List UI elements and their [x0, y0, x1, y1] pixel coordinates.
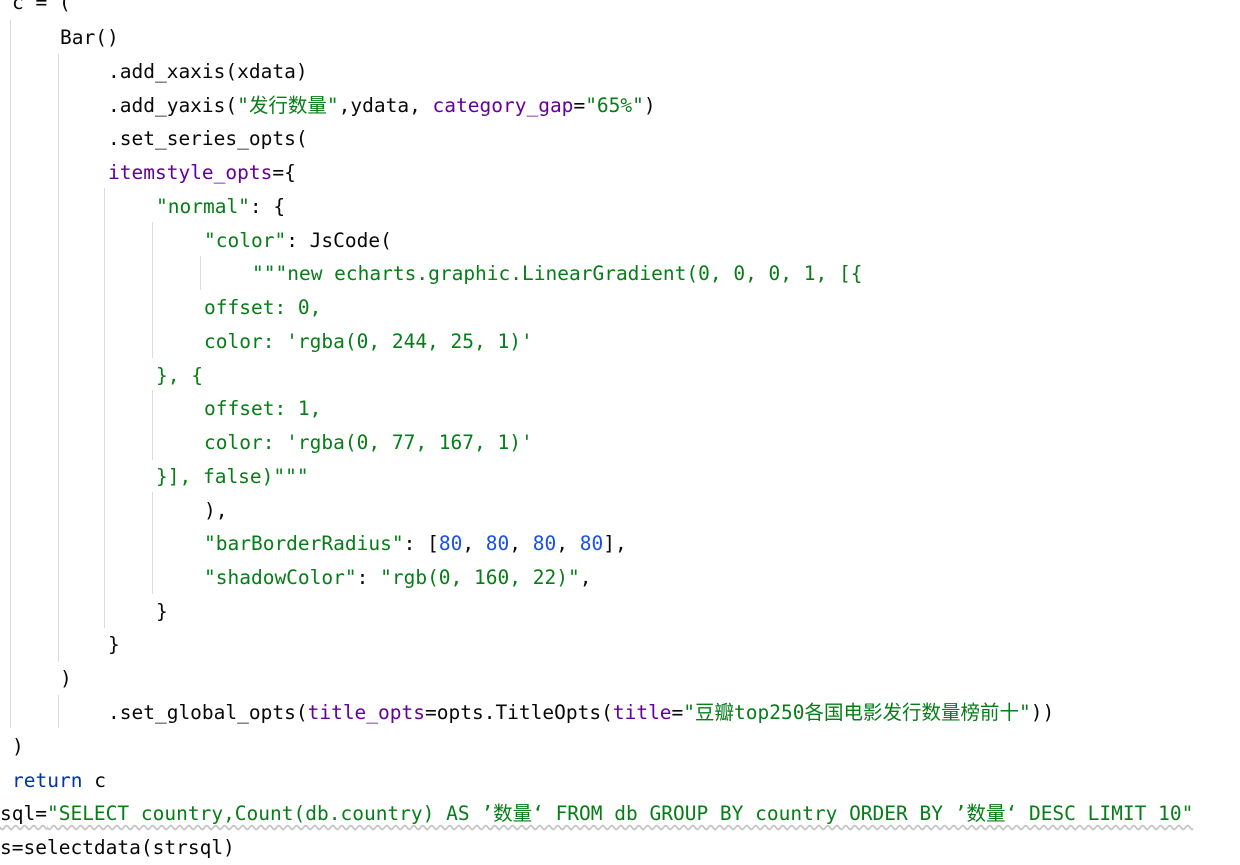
- code-token: sql=: [0, 802, 47, 825]
- code-line[interactable]: .set_series_opts(: [108, 122, 308, 156]
- code-token: "rgb(0, 160, 22)": [380, 566, 580, 589]
- code-token: }], false)""": [156, 465, 309, 488]
- code-line[interactable]: return c: [12, 764, 106, 798]
- code-line[interactable]: color: 'rgba(0, 244, 25, 1)': [204, 325, 533, 359]
- code-line[interactable]: Bar(): [60, 21, 119, 55]
- code-token: =: [573, 94, 586, 117]
- code-line[interactable]: }], false)""": [156, 460, 309, 494]
- code-line[interactable]: .add_xaxis(xdata): [108, 55, 308, 89]
- code-token: "豆瓣top250各国电影发行数量榜前十": [683, 701, 1031, 724]
- code-token: return: [12, 769, 83, 792]
- indent-guide: [104, 188, 105, 628]
- code-token: ): [60, 667, 72, 690]
- code-token: ): [12, 735, 24, 758]
- code-token: 80: [532, 532, 557, 555]
- code-token: : {: [249, 195, 286, 218]
- code-token: .add_xaxis(xdata): [108, 60, 308, 83]
- code-line[interactable]: c = (: [12, 0, 71, 20]
- code-token: category_gap: [432, 94, 574, 117]
- code-token: ,: [579, 566, 592, 589]
- indent-guide: [152, 492, 153, 594]
- code-line[interactable]: """new echarts.graphic.LinearGradient(0,…: [252, 257, 862, 291]
- code-line[interactable]: itemstyle_opts={: [108, 156, 296, 190]
- code-token: s=selectdata(strsql): [0, 836, 235, 859]
- code-token: "barBorderRadius": [204, 532, 404, 555]
- code-token: "发行数量": [237, 94, 339, 117]
- code-token: offset: 0,: [204, 296, 322, 319]
- code-token: =opts.TitleOpts(: [425, 701, 613, 724]
- code-token: : [: [403, 532, 439, 555]
- code-token: "65%": [585, 94, 644, 117]
- code-line[interactable]: "color": JsCode(: [204, 224, 392, 258]
- code-line[interactable]: s=selectdata(strsql): [0, 831, 235, 865]
- code-line[interactable]: .set_global_opts(title_opts=opts.TitleOp…: [108, 696, 1054, 730]
- code-token: }, {: [156, 364, 203, 387]
- code-line[interactable]: "normal": {: [156, 190, 285, 224]
- code-token: .set_global_opts(: [108, 701, 308, 724]
- code-token: ,: [462, 532, 486, 555]
- code-token: color: 'rgba(0, 77, 167, 1)': [204, 431, 533, 454]
- code-token: title: [612, 701, 672, 724]
- code-token: """new echarts.graphic.LinearGradient(0,…: [252, 262, 863, 285]
- code-token: }: [108, 633, 120, 656]
- code-token: )): [1030, 701, 1055, 724]
- code-token: "shadowColor": [204, 566, 357, 589]
- indent-guide: [200, 256, 201, 290]
- indent-guide: [58, 54, 59, 662]
- code-token: ={: [272, 161, 296, 184]
- code-line[interactable]: ): [60, 662, 72, 696]
- code-token: ),: [204, 499, 228, 522]
- code-token: c: [82, 769, 106, 792]
- code-token: "color": [204, 229, 287, 252]
- code-token: .set_series_opts(: [108, 127, 308, 150]
- code-token: ,: [556, 532, 580, 555]
- code-line[interactable]: ),: [204, 494, 227, 528]
- code-line[interactable]: }: [156, 595, 168, 629]
- indent-guide: [152, 222, 153, 358]
- code-line[interactable]: offset: 1,: [204, 392, 321, 426]
- code-token: Bar(): [60, 26, 119, 49]
- code-token: :: [356, 566, 381, 589]
- code-token: ,ydata,: [338, 94, 433, 117]
- code-token: =: [671, 701, 684, 724]
- code-line[interactable]: "barBorderRadius": [80, 80, 80, 80],: [204, 527, 627, 561]
- indent-guide: [10, 20, 11, 728]
- code-line[interactable]: }, {: [156, 359, 203, 393]
- code-line[interactable]: .add_yaxis("发行数量",ydata, category_gap="6…: [108, 89, 656, 123]
- code-token: : JsCode(: [286, 229, 392, 252]
- code-token: color: 'rgba(0, 244, 25, 1)': [204, 330, 533, 353]
- code-line[interactable]: color: 'rgba(0, 77, 167, 1)': [204, 426, 533, 460]
- code-token: .add_yaxis(: [108, 94, 238, 117]
- indent-guide: [152, 390, 153, 460]
- code-line[interactable]: }: [108, 628, 120, 662]
- code-token: "normal": [156, 195, 250, 218]
- code-token: 80: [579, 532, 604, 555]
- code-line[interactable]: offset: 0,: [204, 291, 321, 325]
- code-token: 80: [485, 532, 510, 555]
- code-editor[interactable]: c = ( Bar() .add_xaxis(xdata) .add_yaxis("发…: [0, 0, 1240, 859]
- code-line[interactable]: sql="SELECT country,Count(db.country) AS…: [0, 797, 1193, 831]
- code-token: c = (: [12, 0, 71, 14]
- indent-guide: [58, 695, 59, 728]
- code-token: 80: [438, 532, 463, 555]
- code-token: "SELECT country,Count(db.country) AS ’数量…: [46, 802, 1194, 825]
- code-token: title_opts: [307, 701, 425, 724]
- code-token: ],: [603, 532, 627, 555]
- code-token: ,: [509, 532, 533, 555]
- code-token: offset: 1,: [204, 397, 322, 420]
- code-line[interactable]: "shadowColor": "rgb(0, 160, 22)",: [204, 561, 591, 595]
- code-token: itemstyle_opts: [108, 161, 273, 184]
- code-token: }: [156, 600, 168, 623]
- code-token: ): [643, 94, 656, 117]
- code-line[interactable]: ): [12, 730, 24, 764]
